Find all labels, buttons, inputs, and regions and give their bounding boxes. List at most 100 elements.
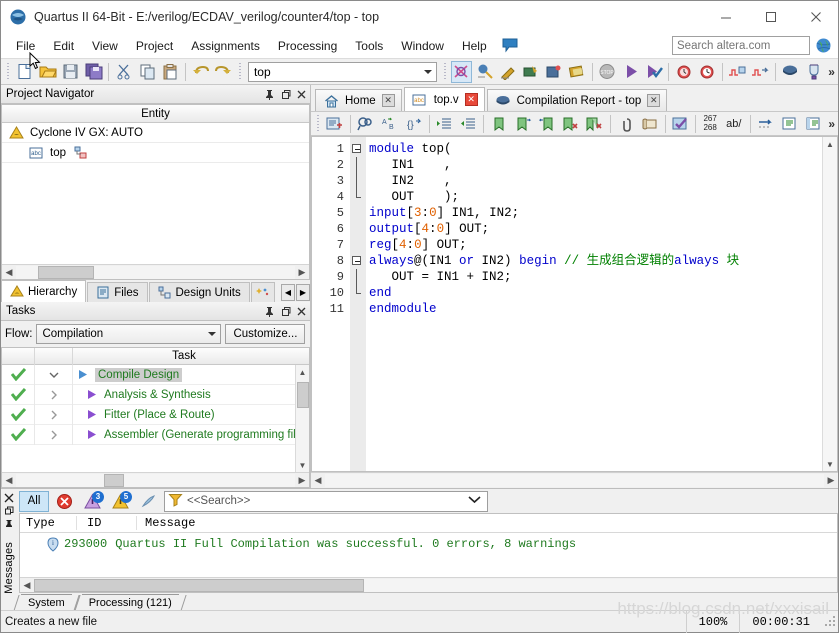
filter-all-button[interactable]: All [19,490,49,512]
code-editor[interactable]: 1 2 3 4 5 6 7 8 9 10 11 module top(IN1 … [311,136,838,472]
toolbar-grip[interactable] [442,62,448,82]
scroll-left-icon[interactable]: ◀ [20,579,34,592]
copy-icon[interactable] [137,61,158,83]
scroll-up-icon[interactable]: ▲ [296,365,310,379]
script-icon[interactable] [639,113,661,135]
maximize-button[interactable] [748,1,793,33]
editor-toolbar-overflow-button[interactable]: » [825,117,838,131]
chevron-down-icon[interactable] [462,495,487,507]
fitter-icon[interactable] [520,61,541,83]
indent-block-icon[interactable] [802,113,824,135]
restore-icon[interactable] [278,87,292,101]
bookmark-toggle-icon[interactable] [488,113,510,135]
code-text[interactable]: module top( IN1 , IN2 , OUT ); input[3:0]… [366,137,822,471]
chevron-down-icon[interactable] [203,332,220,336]
task-vscrollbar[interactable]: ▲ ▼ [295,365,309,472]
tab-ip-components[interactable] [250,282,275,302]
analysis-elaboration-icon[interactable] [497,61,518,83]
editor-tab-home[interactable]: Home ✕ [315,89,402,111]
scroll-thumb[interactable] [104,473,124,487]
start-compilation-check-icon[interactable] [643,61,664,83]
task-row[interactable]: Analysis & Synthesis [2,384,295,405]
fold-marker[interactable] [350,253,366,269]
bookmark-clear-icon[interactable] [560,113,582,135]
search-input[interactable] [672,36,810,55]
tree-row-device[interactable]: Cyclone IV GX: AUTO [2,123,309,143]
entity-combo[interactable]: top [247,61,438,82]
replace-icon[interactable]: AB [379,113,401,135]
scroll-thumb[interactable] [296,382,309,408]
scroll-down-icon[interactable]: ▼ [296,458,310,472]
task-row[interactable]: Assembler (Generate programming files) [2,424,295,445]
restore-icon[interactable] [3,504,16,517]
resize-grip[interactable] [824,615,838,629]
fold-marker[interactable] [350,141,366,157]
check-syntax-icon[interactable] [670,113,692,135]
programmer-icon[interactable] [780,61,801,83]
insert-template-icon[interactable] [324,113,346,135]
minimize-button[interactable] [703,1,748,33]
run-task-icon[interactable] [77,369,90,380]
expand-toggle-icon[interactable] [35,424,73,445]
tab-scroll-right-icon[interactable]: ▶ [296,284,310,301]
scroll-left-icon[interactable]: ◀ [2,474,16,487]
paste-icon[interactable] [160,61,181,83]
tab-files[interactable]: Files [87,282,148,302]
menu-item-file[interactable]: File [7,36,44,56]
filter-error-button[interactable] [52,491,77,512]
close-icon[interactable]: ✕ [464,93,478,106]
waveform-in-icon[interactable] [727,61,748,83]
attach-icon[interactable] [615,113,637,135]
menu-item-processing[interactable]: Processing [269,36,346,56]
scroll-right-icon[interactable]: ▶ [295,266,309,279]
messages-tab-system[interactable]: System [21,594,72,610]
messages-tab-processing[interactable]: Processing (121) [81,594,179,610]
close-button[interactable] [793,1,838,33]
pin-icon[interactable] [262,304,276,318]
flow-combo[interactable]: Compilation [36,324,222,344]
cut-icon[interactable] [113,61,134,83]
waveform-out-icon[interactable] [750,61,771,83]
restore-icon[interactable] [278,304,292,318]
scroll-left-icon[interactable]: ◀ [311,475,325,486]
timing-analyzer-icon[interactable] [567,61,588,83]
close-icon[interactable] [294,304,308,318]
scroll-down-icon[interactable]: ▼ [823,457,837,471]
menu-item-assignments[interactable]: Assignments [182,36,269,56]
bookmark-clear-all-icon[interactable] [584,113,606,135]
expand-toggle-icon[interactable] [35,404,73,425]
scroll-right-icon[interactable]: ▶ [824,475,838,486]
message-row[interactable]: i 293000 Quartus II Full Compilation was… [20,533,837,555]
start-icon[interactable] [620,61,641,83]
task-hscrollbar[interactable]: ◀ ▶ [2,472,309,487]
editor-hscrollbar[interactable]: ◀ ▶ [311,472,838,488]
tab-scroll-left-icon[interactable]: ◀ [281,284,295,301]
new-file-icon[interactable] [14,61,35,83]
scroll-left-icon[interactable]: ◀ [2,266,16,279]
chevron-down-icon[interactable] [420,63,436,81]
toggle-wordwrap-icon[interactable]: ab/ [722,113,746,135]
close-icon[interactable] [3,491,16,504]
editor-tab-topv[interactable]: abc top.v ✕ [403,87,485,111]
task-row[interactable]: Compile Design [2,365,295,385]
menu-item-help[interactable]: Help [453,36,496,56]
toolbar-grip[interactable] [5,62,11,82]
speech-bubble-icon[interactable] [502,38,520,53]
indent-decrease-icon[interactable] [457,113,479,135]
menu-item-window[interactable]: Window [392,36,453,56]
tab-hierarchy[interactable]: Hierarchy [1,280,87,302]
menu-item-project[interactable]: Project [127,36,182,56]
open-file-icon[interactable] [37,61,58,83]
toolbar-overflow-button[interactable]: » [825,65,838,79]
scroll-track[interactable] [325,474,824,487]
close-icon[interactable]: ✕ [381,94,395,107]
expand-toggle-icon[interactable] [35,365,73,385]
indent-increase-icon[interactable] [434,113,456,135]
find-icon[interactable] [355,113,377,135]
timing-clock-alt-icon[interactable] [696,61,717,83]
start-compilation-icon[interactable] [450,60,473,83]
tab-design-units[interactable]: Design Units [148,282,250,302]
globe-icon[interactable] [815,37,832,54]
toolbar-grip[interactable] [237,62,243,82]
toolbar-grip[interactable] [315,114,321,134]
